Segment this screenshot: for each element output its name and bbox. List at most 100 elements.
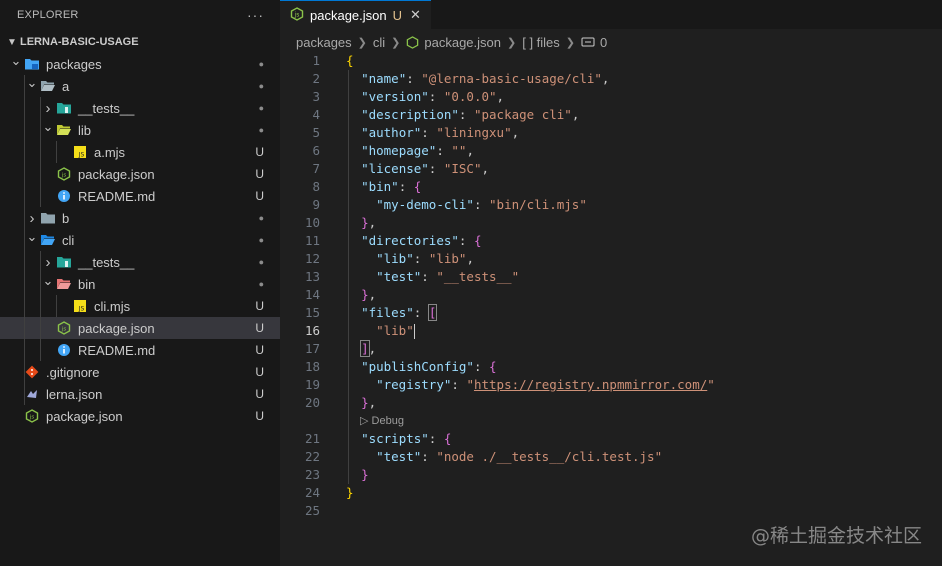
- tab-package-json[interactable]: js package.json U ✕: [280, 0, 431, 29]
- line-text: "scripts": {: [361, 431, 452, 446]
- svg-text:js: js: [61, 327, 67, 333]
- tree-folder-packages[interactable]: ⌄ packages ●: [0, 53, 280, 75]
- breadcrumb-packages[interactable]: packages: [296, 35, 352, 50]
- tests-folder-icon: [56, 100, 72, 116]
- more-actions-icon[interactable]: ···: [247, 7, 264, 23]
- cli-folder-icon: [40, 232, 56, 248]
- modified-dot: ●: [258, 235, 264, 245]
- code-line: 15 "files": [: [280, 304, 942, 322]
- breadcrumb-cli[interactable]: cli: [373, 35, 385, 50]
- node-json-icon: [406, 35, 419, 50]
- lib-folder-icon: [56, 122, 72, 138]
- tree-file-readme-md[interactable]: README.md U: [0, 185, 280, 207]
- code-line: 19 "registry": "https://registry.npmmirr…: [280, 376, 942, 394]
- tree-file-package-json[interactable]: js package.json U: [0, 163, 280, 185]
- code-line: 12 "lib": "lib",: [280, 250, 942, 268]
- node-json-icon: js: [56, 166, 72, 182]
- code-line: 20 },: [280, 394, 942, 412]
- code-line: 24}: [280, 484, 942, 502]
- tree-item-label: .gitignore: [46, 364, 100, 380]
- registry-link[interactable]: https://registry.npmmirror.com/: [474, 377, 707, 392]
- line-text: }: [361, 467, 369, 482]
- code-line: 23 }: [280, 466, 942, 484]
- tree-item-label: cli.mjs: [94, 298, 131, 314]
- breadcrumb-file[interactable]: package.json: [424, 35, 501, 50]
- code-line: 13 "test": "__tests__": [280, 268, 942, 286]
- tree-file-package-json[interactable]: js package.json U: [0, 405, 280, 427]
- workspace-root-label: LERNA-BASIC-USAGE: [20, 36, 139, 48]
- tree-item-label: __tests__: [78, 254, 135, 270]
- tree-folder-tests[interactable]: › __tests__ ●: [0, 97, 280, 119]
- code-line: 11 "directories": {: [280, 232, 942, 250]
- code-line: 3 "version": "0.0.0",: [280, 88, 942, 106]
- chevron-down-icon: ⌄: [42, 119, 54, 134]
- matched-bracket: [: [427, 304, 438, 321]
- tree-folder-lib[interactable]: ⌄ lib ●: [0, 119, 280, 141]
- tree-file-cli-mjs[interactable]: JS cli.mjs U: [0, 295, 280, 317]
- tree-file-package-json[interactable]: js package.json U: [0, 317, 280, 339]
- tree-folder-cli[interactable]: ⌄ cli ●: [0, 229, 280, 251]
- line-text: "test": "__tests__": [376, 269, 520, 284]
- explorer-title: EXPLORER: [17, 9, 79, 21]
- line-number: 9: [312, 197, 320, 212]
- line-text: "files": [: [361, 304, 438, 321]
- modified-dot: ●: [258, 59, 264, 69]
- line-number: 1: [312, 53, 320, 68]
- untracked-badge: U: [255, 365, 264, 379]
- code-line: 8 "bin": {: [280, 178, 942, 196]
- info-icon: [56, 188, 72, 204]
- code-line: 25: [280, 502, 942, 520]
- chevron-right-icon: ❯: [507, 36, 517, 49]
- tree-file-lerna-json[interactable]: lerna.json U: [0, 383, 280, 405]
- line-text: "publishConfig": {: [361, 359, 497, 374]
- code-editor[interactable]: 1{ 2 "name": "@lerna-basic-usage/cli", 3…: [280, 52, 942, 520]
- tree-folder-bin[interactable]: ⌄ bin ●: [0, 273, 280, 295]
- tree-file-a-mjs[interactable]: JS a.mjs U: [0, 141, 280, 163]
- close-icon[interactable]: ✕: [410, 7, 421, 23]
- line-text: ],: [360, 340, 377, 357]
- chevron-down-icon: ⌄: [26, 75, 38, 90]
- bin-folder-icon: [56, 276, 72, 292]
- tree-folder-a[interactable]: ⌄ a ●: [0, 75, 280, 97]
- explorer-sidebar: EXPLORER ··· ▼ LERNA-BASIC-USAGE ⌄ packag…: [0, 0, 280, 566]
- untracked-badge: U: [255, 167, 264, 181]
- code-line: 22 "test": "node ./__tests__/cli.test.js…: [280, 448, 942, 466]
- line-text: "author": "liningxu",: [361, 125, 520, 140]
- tree-item-label: lib: [78, 122, 92, 138]
- svg-text:js: js: [294, 11, 300, 18]
- untracked-badge: U: [255, 409, 264, 423]
- line-text: "name": "@lerna-basic-usage/cli",: [361, 71, 610, 86]
- line-text: "lib": [376, 323, 415, 339]
- untracked-badge: U: [255, 299, 264, 313]
- text-cursor: [413, 324, 415, 339]
- code-line: 9 "my-demo-cli": "bin/cli.mjs": [280, 196, 942, 214]
- tree-item-label: bin: [78, 276, 96, 292]
- chevron-right-icon: ❯: [357, 36, 367, 49]
- workspace-root[interactable]: ▼ LERNA-BASIC-USAGE: [0, 31, 280, 53]
- tree-folder-tests[interactable]: › __tests__ ●: [0, 251, 280, 273]
- debug-codelens[interactable]: ▷ Debug: [280, 412, 942, 430]
- tree-item-label: package.json: [46, 408, 123, 424]
- line-text: "license": "ISC",: [361, 161, 490, 176]
- chevron-down-icon: ⌄: [26, 229, 38, 244]
- tree-item-label: cli: [62, 232, 75, 248]
- line-text: "lib": "lib",: [376, 251, 474, 266]
- svg-text:js: js: [29, 415, 35, 421]
- matched-bracket: ]: [360, 340, 370, 357]
- tree-file-gitignore[interactable]: .gitignore U: [0, 361, 280, 383]
- line-number: 13: [304, 269, 320, 284]
- line-number: 3: [312, 89, 320, 104]
- svg-text:js: js: [61, 173, 67, 179]
- line-number: 23: [304, 467, 320, 482]
- chevron-right-icon: ›: [45, 253, 51, 271]
- tree-file-readme-md[interactable]: README.md U: [0, 339, 280, 361]
- tree-folder-b[interactable]: › b ●: [0, 207, 280, 229]
- modified-dot: ●: [258, 81, 264, 91]
- breadcrumb-files-array[interactable]: [ ] files: [522, 35, 560, 50]
- tests-folder-icon: [56, 254, 72, 270]
- untracked-badge: U: [255, 145, 264, 159]
- line-number: 25: [304, 503, 320, 518]
- breadcrumb-index[interactable]: 0: [600, 35, 607, 50]
- code-line: 4 "description": "package cli",: [280, 106, 942, 124]
- chevron-right-icon: ›: [29, 209, 35, 227]
